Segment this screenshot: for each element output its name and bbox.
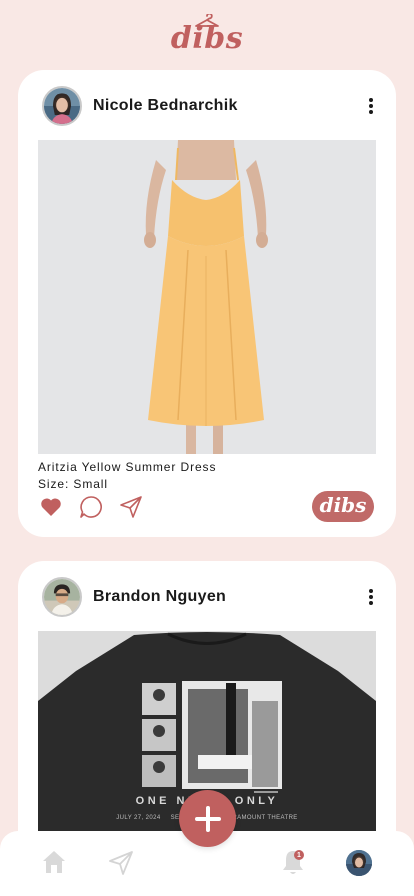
yellow-dress-image: [38, 140, 376, 454]
home-icon[interactable]: [40, 848, 68, 876]
comment-icon[interactable]: [78, 494, 104, 520]
username[interactable]: Nicole Bednarchik: [93, 97, 238, 115]
post-header: Brandon Nguyen: [42, 577, 376, 617]
logo-text: dibs: [170, 21, 244, 56]
user-avatar[interactable]: [42, 86, 82, 126]
post-photo[interactable]: [38, 140, 376, 454]
more-options-button[interactable]: [366, 587, 376, 607]
user-avatar[interactable]: [42, 577, 82, 617]
heart-icon[interactable]: [38, 494, 64, 520]
post-card: Nicole Bednarchik Aritzia Yellow Summer …: [18, 70, 396, 537]
notification-badge: 1: [294, 850, 304, 860]
send-icon[interactable]: [118, 494, 144, 520]
username[interactable]: Brandon Nguyen: [93, 588, 226, 606]
dibs-button[interactable]: dibs: [312, 491, 374, 522]
tshirt-date: JULY 27, 2024: [116, 815, 161, 821]
item-size: Size: Small: [38, 477, 108, 491]
more-options-button[interactable]: [366, 96, 376, 116]
dot-icon: [369, 98, 373, 102]
app-logo: dibs: [0, 14, 414, 56]
dot-icon: [369, 589, 373, 593]
item-title: Aritzia Yellow Summer Dress: [38, 460, 217, 474]
post-header: Nicole Bednarchik: [42, 86, 376, 126]
add-post-button[interactable]: [179, 790, 236, 847]
dot-icon: [369, 110, 373, 114]
send-icon[interactable]: [107, 849, 135, 877]
dot-icon: [369, 601, 373, 605]
dot-icon: [369, 104, 373, 108]
dot-icon: [369, 595, 373, 599]
profile-avatar[interactable]: [346, 850, 372, 876]
plus-icon: [194, 805, 221, 832]
post-actions: [38, 494, 144, 520]
